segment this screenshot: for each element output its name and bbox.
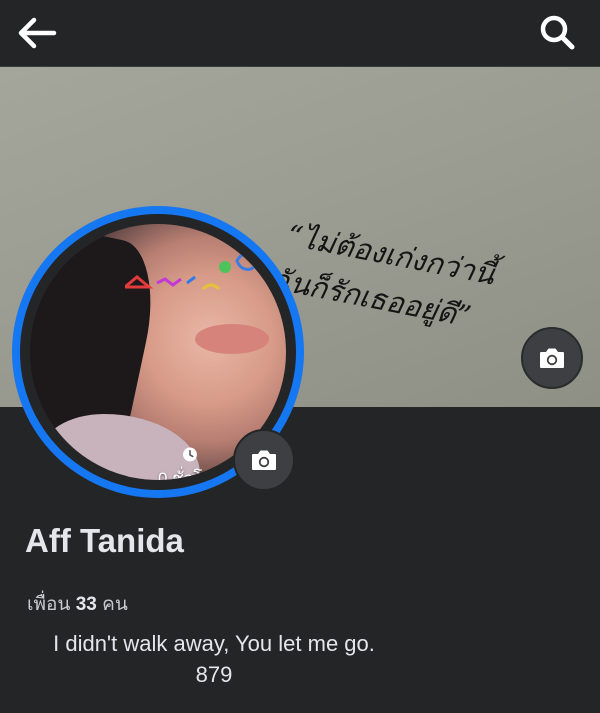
edit-profile-picture-button[interactable] (233, 429, 295, 491)
search-button[interactable] (536, 11, 580, 55)
profile-screen: “ไม่ต้องเก่งกว่านี้ ฉันก็รักเธออยู่ดี” 0… (0, 0, 600, 713)
face-stickers (125, 252, 259, 291)
bio-line-1: I didn't walk away, You let me go. (53, 631, 375, 656)
clock-icon (183, 447, 197, 462)
friends-prefix: เพื่อน (27, 594, 71, 615)
edit-cover-photo-button[interactable] (521, 327, 583, 389)
camera-icon (540, 348, 564, 368)
camera-icon (252, 450, 276, 470)
bio-line-2: 879 (195, 662, 233, 687)
story-status: 0 ชั่วโมง (140, 446, 240, 480)
top-bar (0, 0, 600, 67)
back-button[interactable] (14, 11, 60, 55)
friends-number: 33 (75, 594, 97, 615)
search-icon (540, 15, 575, 50)
profile-name: Aff Tanida (25, 522, 184, 559)
friends-count[interactable]: เพื่อน 33 คน (27, 589, 128, 619)
friends-suffix: คน (102, 594, 128, 615)
cover-quote: “ไม่ต้องเก่งกว่านี้ ฉันก็รักเธออยู่ดี” (268, 212, 498, 342)
story-status-text: 0 ชั่วโมง (158, 469, 222, 480)
arrow-left-icon (18, 17, 57, 49)
profile-bio: I didn't walk away, You let me go. 879 (24, 628, 404, 690)
avatar-lips (195, 324, 269, 354)
